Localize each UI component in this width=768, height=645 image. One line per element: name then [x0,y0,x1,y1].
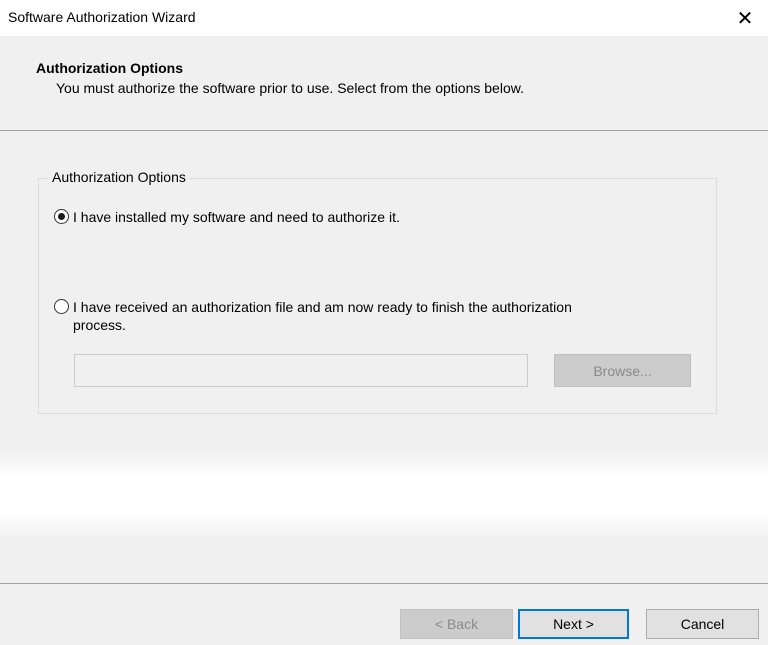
title-bar: Software Authorization Wizard ✕ [0,0,768,36]
radio-finish[interactable] [54,299,69,314]
group-legend: Authorization Options [49,169,189,185]
header-subtitle: You must authorize the software prior to… [56,80,524,96]
decorative-band [0,450,768,540]
radio-authorize-label[interactable]: I have installed my software and need to… [73,208,400,226]
option-finish-row[interactable]: I have received an authorization file an… [54,298,572,334]
header-title: Authorization Options [36,60,183,76]
radio-finish-label-line1: I have received an authorization file an… [73,299,572,315]
radio-finish-label-line2: process. [73,317,126,333]
radio-finish-label[interactable]: I have received an authorization file an… [73,298,572,334]
browse-button[interactable]: Browse... [554,354,691,387]
cancel-button[interactable]: Cancel [646,609,759,639]
back-button[interactable]: < Back [400,609,513,639]
window-title: Software Authorization Wizard [8,9,196,25]
close-icon[interactable]: ✕ [722,0,768,36]
authorization-file-input[interactable] [74,354,528,387]
next-button[interactable]: Next > [518,609,629,639]
footer-divider [0,583,768,584]
radio-authorize[interactable] [54,209,69,224]
option-authorize-row[interactable]: I have installed my software and need to… [54,208,400,226]
wizard-header: Authorization Options You must authorize… [0,36,768,131]
